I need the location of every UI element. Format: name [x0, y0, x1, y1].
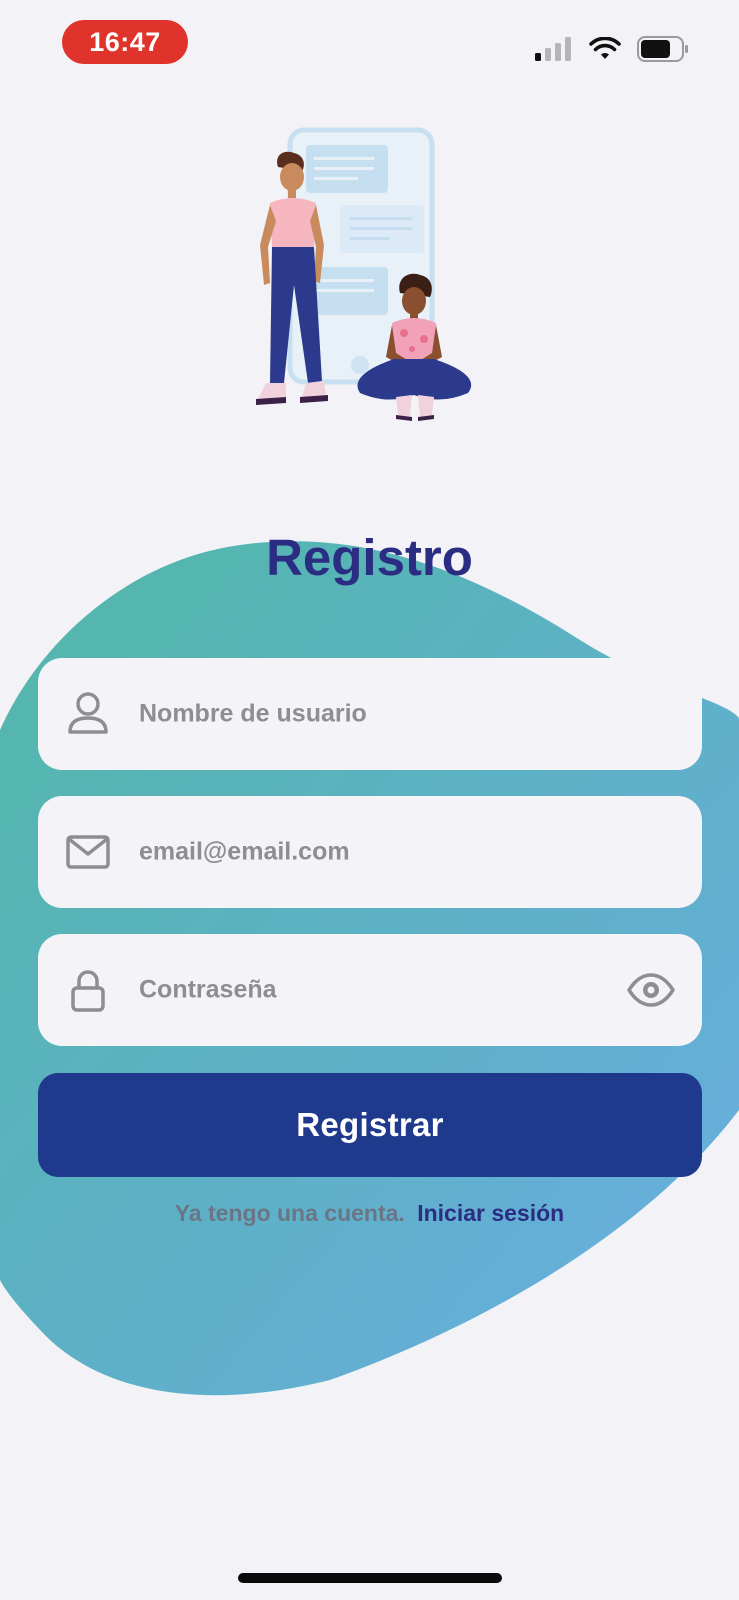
register-button-label: Registrar: [296, 1106, 444, 1143]
login-link[interactable]: Iniciar sesión: [417, 1200, 564, 1226]
wifi-icon: [589, 36, 621, 66]
username-field[interactable]: Nombre de usuario: [38, 658, 702, 770]
user-icon: [65, 691, 111, 737]
signal-icon: [535, 37, 573, 66]
status-icons: [535, 36, 689, 67]
page-title: Registro: [266, 529, 473, 586]
people-illustration: [256, 127, 472, 421]
battery-icon: [637, 36, 689, 67]
mail-icon: [65, 829, 111, 875]
status-time: 16:47: [89, 26, 161, 57]
email-field[interactable]: email@email.com: [38, 796, 702, 908]
login-prompt-text: Ya tengo una cuenta.: [174, 1200, 405, 1226]
eye-icon[interactable]: [626, 965, 676, 1015]
username-input[interactable]: Nombre de usuario: [139, 700, 367, 729]
status-time-badge: 16:47: [62, 20, 188, 64]
email-input[interactable]: email@email.com: [139, 838, 350, 867]
home-indicator[interactable]: [238, 1573, 502, 1583]
password-input[interactable]: Contraseña: [139, 976, 277, 1005]
register-button[interactable]: Registrar: [38, 1073, 702, 1177]
login-prompt: Ya tengo una cuenta. Iniciar sesión: [0, 1200, 739, 1227]
password-field[interactable]: Contraseña: [38, 934, 702, 1046]
lock-icon: [65, 967, 111, 1013]
register-screen: 16:47 Registro Nombre de usuario email@e…: [0, 0, 739, 1600]
